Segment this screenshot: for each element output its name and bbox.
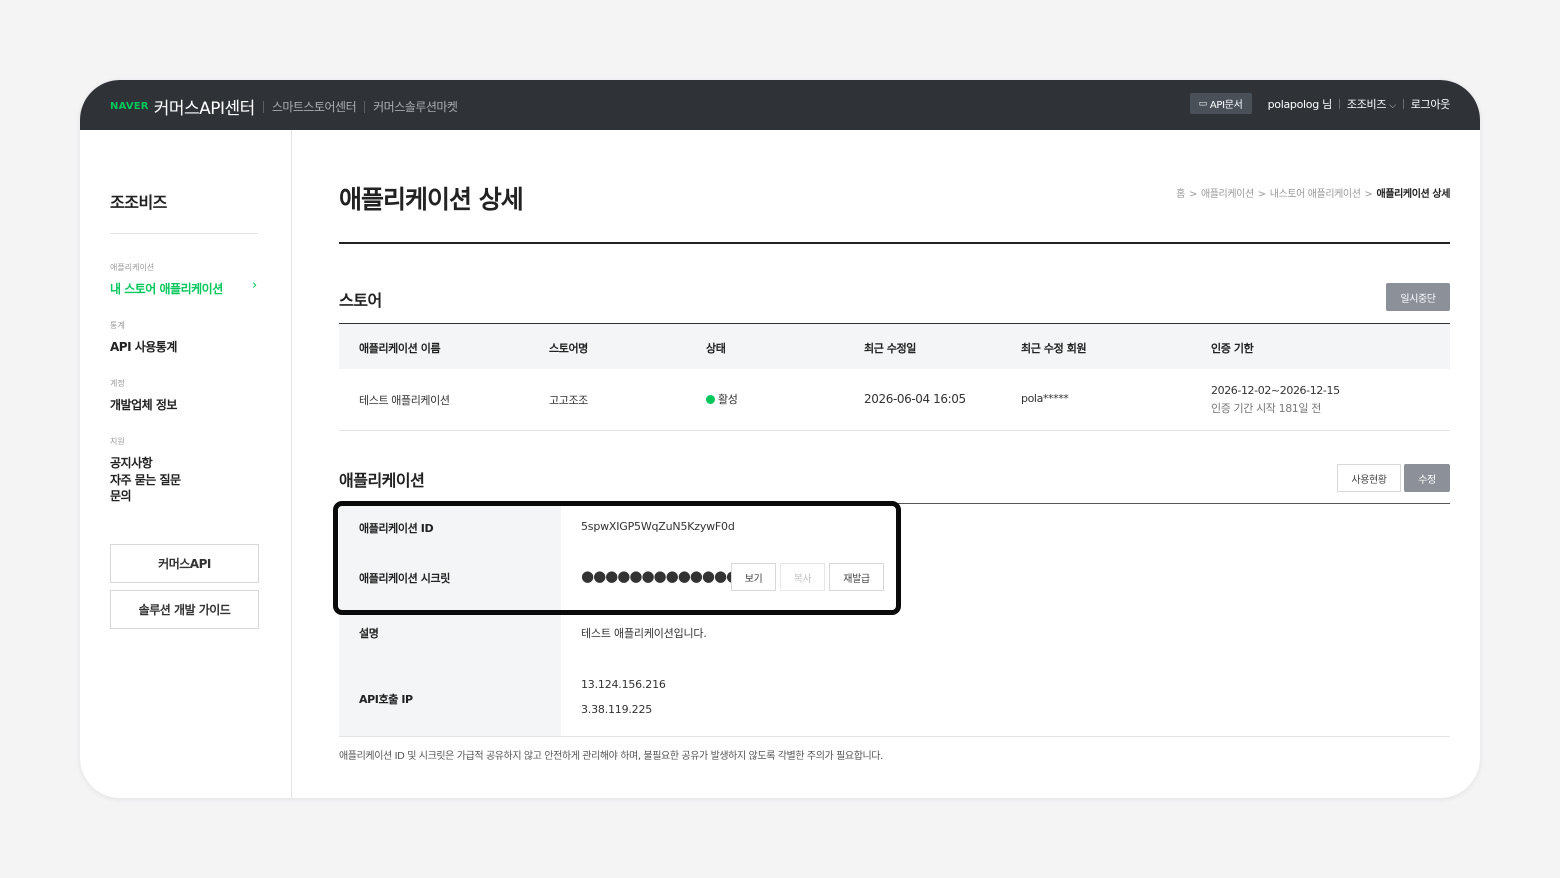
security-note: 애플리케이션 ID 및 시크릿은 가급적 공유하지 않고 안전하게 관리해야 하… [339, 751, 883, 762]
api-call-ip-value-1: 13.124.156.216 [581, 678, 666, 691]
divider [1402, 98, 1404, 109]
breadcrumb-current: 애플리케이션 상세 [1376, 189, 1451, 200]
modified-date-cell: 2026-06-04 16:05 [864, 392, 966, 406]
top-navigation-bar: NAVER 커머스API센터 스마트스토어센터 커머스솔루션마켓 ▭ API문서… [80, 80, 1480, 130]
breadcrumb-application[interactable]: 애플리케이션 [1201, 189, 1254, 200]
column-header-app-name: 애플리케이션 이름 [359, 342, 441, 355]
api-doc-label: API문서 [1209, 100, 1243, 111]
chevron-right-icon: › [252, 278, 258, 293]
breadcrumb-my-store-application[interactable]: 내스토어 애플리케이션 [1270, 189, 1361, 200]
api-call-ip-value-2: 3.38.119.225 [581, 703, 653, 716]
divider [262, 100, 264, 113]
brand-area: NAVER 커머스API센터 스마트스토어센터 커머스솔루션마켓 [110, 94, 458, 119]
pause-button[interactable]: 일시중단 [1386, 283, 1450, 311]
usage-status-button[interactable]: 사용현황 [1337, 464, 1401, 492]
status-label: 활성 [718, 393, 738, 406]
user-name: polapolog 님 [1267, 97, 1333, 111]
app-window: NAVER 커머스API센터 스마트스토어센터 커머스솔루션마켓 ▭ API문서… [80, 80, 1480, 798]
column-header-modified-by: 최근 수정 회원 [1021, 342, 1087, 355]
solution-dev-guide-button[interactable]: 솔루션 개발 가이드 [110, 590, 259, 629]
app-name-cell: 테스트 애플리케이션 [359, 394, 450, 407]
logout-link[interactable]: 로그아웃 [1411, 96, 1451, 112]
divider [339, 242, 1450, 244]
sidebar-item-notices[interactable]: 공지사항 [110, 454, 153, 471]
page-title: 애플리케이션 상세 [339, 185, 524, 214]
application-section-title: 애플리케이션 [339, 471, 425, 490]
sidebar-section-label-support: 지원 [110, 437, 125, 446]
status-dot-icon [706, 395, 715, 404]
description-value: 테스트 애플리케이션입니다. [581, 627, 707, 640]
divider [339, 430, 1450, 431]
header-user-menu: ▭ API문서 polapolog 님 조조비즈 ⌵ 로그아웃 [1189, 93, 1451, 114]
account-label: 조조비즈 [1346, 97, 1387, 111]
api-call-ip-label: API호출 IP [359, 693, 413, 706]
sidebar-section-label-stats: 통계 [110, 321, 125, 330]
store-table-header: 애플리케이션 이름 스토어명 상태 최근 수정일 최근 수정 회원 인증 기한 [339, 324, 1450, 369]
divider [110, 233, 258, 234]
sidebar: 조조비즈 애플리케이션 내 스토어 애플리케이션 › 통계 API 사용통계 계… [80, 130, 292, 798]
sidebar-item-developer-info[interactable]: 개발업체 정보 [110, 396, 177, 413]
divider [1338, 98, 1340, 109]
column-header-modified-date: 최근 수정일 [864, 342, 917, 355]
sidebar-item-my-store-application[interactable]: 내 스토어 애플리케이션 [110, 280, 223, 297]
auth-period-note: 인증 기간 시작 181일 전 [1211, 402, 1321, 415]
store-section-title: 스토어 [339, 291, 382, 310]
commerce-api-center-title[interactable]: 커머스API센터 [154, 94, 256, 119]
store-name-cell: 고고조조 [549, 394, 588, 407]
breadcrumb-home[interactable]: 홈 [1176, 189, 1185, 200]
auth-period-cell: 2026-12-02~2026-12-15 [1211, 384, 1340, 397]
naver-logo[interactable]: NAVER [110, 101, 149, 112]
chevron-down-icon: ⌵ [1389, 100, 1396, 111]
column-header-status: 상태 [706, 342, 726, 355]
column-header-store-name: 스토어명 [549, 342, 588, 355]
sidebar-item-api-usage-stats[interactable]: API 사용통계 [110, 338, 177, 355]
status-badge: 활성 [706, 391, 738, 407]
sidebar-item-inquiry[interactable]: 문의 [110, 487, 132, 504]
modified-by-cell: pola***** [1021, 392, 1069, 405]
commerce-api-button[interactable]: 커머스API [110, 544, 259, 583]
divider [364, 100, 366, 113]
sidebar-section-label-application: 애플리케이션 [110, 263, 155, 272]
api-doc-button[interactable]: ▭ API문서 [1189, 93, 1252, 114]
sidebar-item-faq[interactable]: 자주 묻는 질문 [110, 471, 181, 488]
monitor-icon: ▭ [1198, 98, 1208, 109]
nav-link-smartstore-center[interactable]: 스마트스토어센터 [272, 98, 357, 115]
sidebar-section-label-account: 계정 [110, 379, 125, 388]
column-header-auth-period: 인증 기한 [1211, 342, 1254, 355]
description-label: 설명 [359, 627, 379, 640]
sidebar-title: 조조비즈 [110, 193, 167, 212]
account-dropdown[interactable]: 조조비즈 ⌵ [1347, 96, 1396, 112]
breadcrumb: 홈 > 애플리케이션 > 내스토어 애플리케이션 > 애플리케이션 상세 [1176, 189, 1451, 200]
nav-link-commerce-solution-market[interactable]: 커머스솔루션마켓 [373, 98, 458, 115]
divider [339, 736, 1450, 737]
highlight-box [333, 501, 901, 615]
edit-button[interactable]: 수정 [1404, 464, 1450, 492]
